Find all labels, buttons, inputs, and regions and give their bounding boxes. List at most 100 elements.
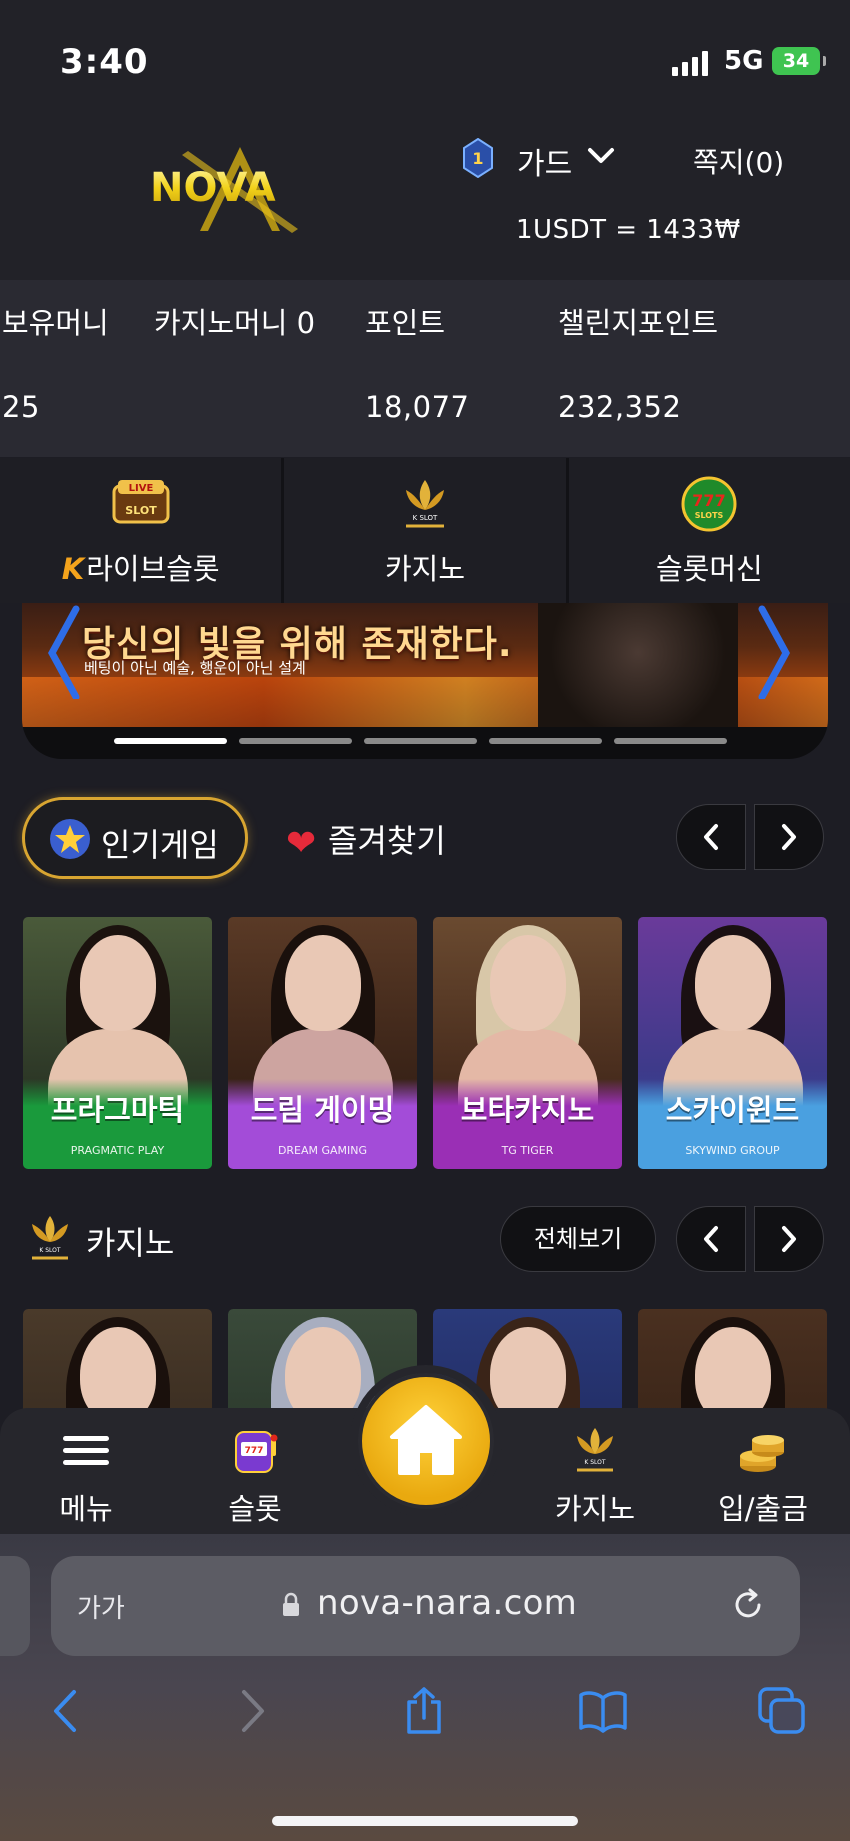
provider-brand: PRAGMATIC PLAY bbox=[70, 1144, 165, 1157]
games-carousel-nav bbox=[676, 804, 824, 870]
nav-casino[interactable]: K SLOT 카지노 bbox=[535, 1408, 655, 1534]
chevron-right-icon bbox=[782, 824, 796, 850]
chevron-left-icon bbox=[704, 1226, 718, 1252]
previous-tab-peek[interactable] bbox=[0, 1556, 30, 1656]
provider-title: 드림 게이밍 bbox=[250, 1093, 395, 1127]
home-indicator bbox=[272, 1816, 578, 1826]
banner-next-icon[interactable] bbox=[752, 603, 796, 699]
casino-game-card[interactable] bbox=[638, 1309, 827, 1409]
status-time: 3:40 bbox=[60, 42, 149, 82]
text-size-button[interactable]: 가가 bbox=[77, 1588, 125, 1625]
bookmarks-icon[interactable] bbox=[578, 1686, 628, 1736]
provider-card-bota-casino[interactable]: 보타카지노 TG TIGER bbox=[433, 917, 622, 1169]
nav-slot[interactable]: 777 슬롯 bbox=[195, 1408, 315, 1534]
provider-card-skywind[interactable]: 스카이윈드 SKYWIND GROUP bbox=[638, 917, 827, 1169]
network-type: 5G bbox=[724, 46, 764, 76]
tabs-icon[interactable] bbox=[757, 1686, 807, 1736]
banner-pagination bbox=[114, 738, 727, 744]
games-next-button[interactable] bbox=[754, 804, 824, 870]
home-icon bbox=[390, 1405, 462, 1475]
tab-popular-games[interactable]: 인기게임 bbox=[22, 797, 248, 879]
nav-slot-label: 슬롯 bbox=[228, 1492, 282, 1526]
forward-icon[interactable] bbox=[226, 1686, 276, 1736]
logo-text: NOVA bbox=[150, 165, 276, 211]
tab-casino[interactable]: K SLOT 카지노 bbox=[284, 458, 566, 603]
home-button[interactable] bbox=[358, 1373, 494, 1509]
svg-text:777: 777 bbox=[693, 491, 726, 510]
site-header: NOVA 1 가드 쪽지(0) 1USDT = 1433₩ bbox=[0, 115, 850, 280]
casino-prev-button[interactable] bbox=[676, 1206, 746, 1272]
balance-panel: 보유머니 25 카지노머니 0 포인트 18,077 챌린지포인트 232,35… bbox=[0, 280, 850, 457]
provider-card-pragmatic[interactable]: 프라그마틱 PRAGMATIC PLAY bbox=[23, 917, 212, 1169]
user-name[interactable]: 가드 bbox=[517, 139, 572, 183]
star-icon bbox=[50, 819, 90, 859]
svg-text:SLOTS: SLOTS bbox=[695, 511, 724, 520]
banner-image: 당신의 빛을 위해 존재한다. 베팅이 아닌 예술, 행운이 아닌 설계 bbox=[22, 603, 828, 727]
provider-brand: TG TIGER bbox=[501, 1144, 554, 1157]
svg-text:K SLOT: K SLOT bbox=[413, 514, 438, 522]
section-icon-text: K SLOT bbox=[39, 1247, 61, 1254]
chevron-down-icon[interactable] bbox=[586, 141, 616, 171]
promo-banner[interactable]: 당신의 빛을 위해 존재한다. 베팅이 아닌 예술, 행운이 아닌 설계 bbox=[22, 603, 828, 759]
challenge-points-value: 232,352 bbox=[558, 390, 682, 424]
banner-prev-icon[interactable] bbox=[42, 603, 86, 699]
tab-casino-label: 카지노 bbox=[384, 552, 466, 586]
battery-icon: 34 bbox=[772, 47, 826, 75]
see-all-button[interactable]: 전체보기 bbox=[500, 1206, 656, 1272]
777-slots-icon: 777 SLOTS bbox=[681, 476, 737, 532]
svg-text:LIVE: LIVE bbox=[128, 483, 153, 494]
banner-dot[interactable] bbox=[239, 738, 352, 744]
tab-live-slot-label: 라이브슬롯 bbox=[86, 552, 220, 586]
banner-dot[interactable] bbox=[114, 738, 227, 744]
coins-icon bbox=[740, 1435, 784, 1472]
holding-money-value: 25 bbox=[2, 390, 40, 424]
provider-title: 프라그마틱 bbox=[50, 1093, 185, 1127]
url-text[interactable]: nova-nara.com bbox=[317, 1583, 577, 1623]
nova-logo[interactable]: NOVA bbox=[148, 145, 328, 235]
reload-icon[interactable] bbox=[729, 1586, 767, 1624]
points-value: 18,077 bbox=[365, 390, 470, 424]
nav-deposit-withdraw-label: 입/출금 bbox=[718, 1492, 808, 1526]
share-icon[interactable] bbox=[399, 1686, 449, 1736]
k-slot-lotus-icon: K SLOT bbox=[32, 1216, 68, 1260]
provider-cards: 프라그마틱 PRAGMATIC PLAY 드림 게이밍 DREAM GAMING… bbox=[23, 917, 827, 1169]
tab-slot-machine-label: 슬롯머신 bbox=[655, 552, 763, 586]
rank-badge-icon: 1 bbox=[463, 138, 493, 178]
provider-brand: DREAM GAMING bbox=[277, 1144, 368, 1157]
tab-live-slot[interactable]: LIVE SLOT K라이브슬롯 bbox=[0, 458, 282, 603]
casino-money-label: 카지노머니 0 bbox=[154, 306, 316, 340]
tab-popular-games-label: 인기게임 bbox=[101, 826, 219, 864]
games-prev-button[interactable] bbox=[676, 804, 746, 870]
provider-card-dream-gaming[interactable]: 드림 게이밍 DREAM GAMING bbox=[228, 917, 417, 1169]
provider-title: 보타카지노 bbox=[460, 1093, 595, 1127]
casino-carousel-nav bbox=[676, 1206, 824, 1272]
svg-text:777: 777 bbox=[245, 1446, 264, 1456]
tab-slot-machine[interactable]: 777 SLOTS 슬롯머신 bbox=[568, 458, 850, 603]
nav-menu[interactable]: 메뉴 bbox=[26, 1408, 146, 1534]
messages-link[interactable]: 쪽지(0) bbox=[693, 141, 784, 181]
back-icon[interactable] bbox=[42, 1686, 92, 1736]
lock-icon bbox=[283, 1592, 299, 1616]
tab-favorites-label: 즐겨찾기 bbox=[328, 822, 446, 860]
live-slot-icon: LIVE SLOT bbox=[112, 480, 170, 524]
casino-game-card[interactable] bbox=[23, 1309, 212, 1409]
tab-favorites[interactable]: ❤ 즐겨찾기 bbox=[286, 816, 446, 864]
battery-level: 34 bbox=[782, 50, 810, 72]
challenge-points-label: 챌린지포인트 bbox=[558, 306, 719, 340]
banner-dot[interactable] bbox=[489, 738, 602, 744]
provider-brand: SKYWIND GROUP bbox=[685, 1144, 780, 1157]
nav-menu-label: 메뉴 bbox=[59, 1492, 113, 1526]
banner-dot[interactable] bbox=[614, 738, 727, 744]
casino-next-button[interactable] bbox=[754, 1206, 824, 1272]
holding-money-label: 보유머니 bbox=[2, 306, 109, 340]
nav-casino-label: 카지노 bbox=[554, 1492, 636, 1526]
address-bar[interactable]: 가가 nova-nara.com bbox=[51, 1556, 800, 1656]
chevron-left-icon bbox=[704, 824, 718, 850]
k-slot-lotus-icon: K SLOT bbox=[577, 1428, 613, 1472]
nav-deposit-withdraw[interactable]: 입/출금 bbox=[703, 1408, 823, 1534]
chevron-right-icon bbox=[782, 1226, 796, 1252]
signal-icon bbox=[672, 50, 708, 76]
heart-icon: ❤ bbox=[286, 823, 317, 864]
provider-title: 스카이윈드 bbox=[665, 1093, 800, 1127]
banner-dot[interactable] bbox=[364, 738, 477, 744]
